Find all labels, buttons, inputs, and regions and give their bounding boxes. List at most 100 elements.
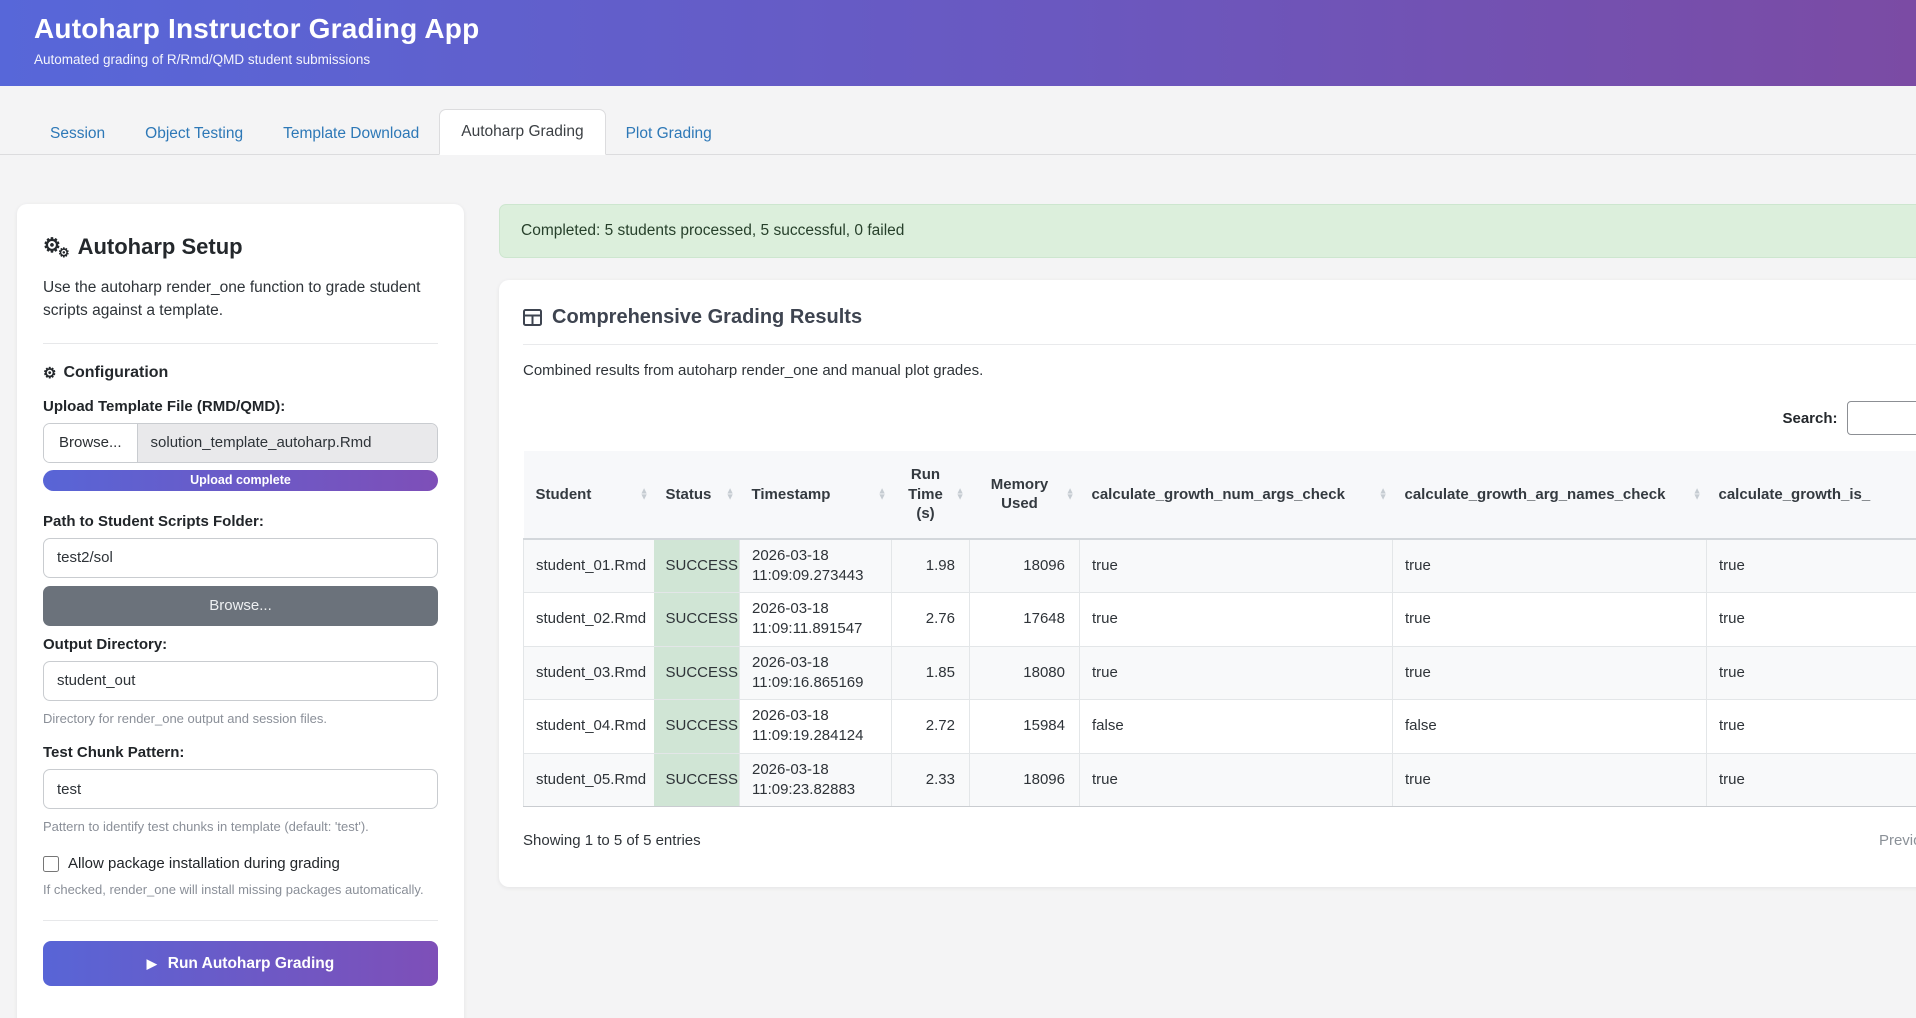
cell-calculate-growth-is: true <box>1707 753 1916 807</box>
search-label: Search: <box>1782 410 1837 427</box>
cell-status: SUCCESS <box>654 539 740 593</box>
chunk-pattern-label: Test Chunk Pattern: <box>43 744 438 761</box>
setup-heading: ⚙⚙ Autoharp Setup <box>43 234 438 260</box>
tab-template-download[interactable]: Template Download <box>263 113 439 155</box>
cell-student: student_02.Rmd <box>524 593 654 647</box>
cell-status: SUCCESS <box>654 593 740 647</box>
column-header-calculate-growth-num-args-check[interactable]: calculate_growth_num_args_check▲▼ <box>1080 451 1393 539</box>
configuration-heading: ⚙ Configuration <box>43 364 438 382</box>
tab-autoharp-grading[interactable]: Autoharp Grading <box>439 109 605 155</box>
table-row: student_05.RmdSUCCESS2026-03-18 11:09:23… <box>524 753 1916 807</box>
previous-page-button[interactable]: Previous <box>1879 832 1916 849</box>
cell-calculate-growth-arg-names-check: true <box>1393 646 1707 700</box>
table-row: student_02.RmdSUCCESS2026-03-18 11:09:11… <box>524 593 1916 647</box>
results-heading: Comprehensive Grading Results <box>523 306 1916 345</box>
output-directory-input[interactable] <box>43 661 438 701</box>
cell-calculate-growth-is: true <box>1707 700 1916 754</box>
cell-calculate-growth-is: true <box>1707 646 1916 700</box>
allow-packages-label: Allow package installation during gradin… <box>68 855 340 872</box>
configuration-heading-label: Configuration <box>63 364 168 382</box>
cell-run-time-s: 2.33 <box>892 753 970 807</box>
sort-icon: ▲▼ <box>1066 489 1075 500</box>
results-table-container: Student▲▼Status▲▼Timestamp▲▼Run Time (s)… <box>523 451 1916 807</box>
cell-run-time-s: 1.98 <box>892 539 970 593</box>
upload-progress-label: Upload complete <box>190 473 291 487</box>
cell-status: SUCCESS <box>654 753 740 807</box>
cell-timestamp: 2026-03-18 11:09:19.284124 <box>740 700 892 754</box>
column-header-memory-used[interactable]: Memory Used▲▼ <box>970 451 1080 539</box>
pagination: Previous 1 Next <box>1879 824 1916 857</box>
cell-calculate-growth-num-args-check: true <box>1080 593 1393 647</box>
cell-calculate-growth-num-args-check: true <box>1080 646 1393 700</box>
template-filename: solution_template_autoharp.Rmd <box>138 424 437 462</box>
column-header-status[interactable]: Status▲▼ <box>654 451 740 539</box>
gears-icon: ⚙⚙ <box>43 236 70 259</box>
scripts-folder-input[interactable] <box>43 538 438 578</box>
cell-timestamp: 2026-03-18 11:09:16.865169 <box>740 646 892 700</box>
sort-icon: ▲▼ <box>878 489 887 500</box>
search-input[interactable] <box>1847 401 1916 435</box>
gear-icon: ⚙ <box>43 364 56 382</box>
cell-timestamp: 2026-03-18 11:09:11.891547 <box>740 593 892 647</box>
column-header-run-time-s[interactable]: Run Time (s)▲▼ <box>892 451 970 539</box>
autoharp-setup-card: ⚙⚙ Autoharp Setup Use the autoharp rende… <box>17 204 464 1018</box>
run-button-label: Run Autoharp Grading <box>168 955 334 973</box>
table-row: student_03.RmdSUCCESS2026-03-18 11:09:16… <box>524 646 1916 700</box>
cell-timestamp: 2026-03-18 11:09:09.273443 <box>740 539 892 593</box>
cell-status: SUCCESS <box>654 646 740 700</box>
table-row: student_04.RmdSUCCESS2026-03-18 11:09:19… <box>524 700 1916 754</box>
sort-icon: ▲▼ <box>640 489 649 500</box>
results-subtitle: Combined results from autoharp render_on… <box>523 362 1916 379</box>
cell-run-time-s: 2.72 <box>892 700 970 754</box>
table-row: student_01.RmdSUCCESS2026-03-18 11:09:09… <box>524 539 1916 593</box>
showing-entries-text: Showing 1 to 5 of 5 entries <box>523 832 701 849</box>
play-icon: ▶ <box>147 956 157 972</box>
cell-calculate-growth-arg-names-check: true <box>1393 593 1707 647</box>
cell-memory-used: 15984 <box>970 700 1080 754</box>
table-icon <box>523 309 542 326</box>
tab-object-testing[interactable]: Object Testing <box>125 113 263 155</box>
template-browse-button[interactable]: Browse... <box>44 424 138 462</box>
sort-icon: ▲▼ <box>1693 489 1702 500</box>
cell-student: student_05.Rmd <box>524 753 654 807</box>
grading-results-card: Comprehensive Grading Results Combined r… <box>499 280 1916 887</box>
template-file-input[interactable]: Browse... solution_template_autoharp.Rmd <box>43 423 438 463</box>
results-table: Student▲▼Status▲▼Timestamp▲▼Run Time (s)… <box>523 451 1916 807</box>
table-header-row: Student▲▼Status▲▼Timestamp▲▼Run Time (s)… <box>524 451 1916 539</box>
allow-packages-checkbox[interactable] <box>43 856 59 872</box>
allow-packages-row[interactable]: Allow package installation during gradin… <box>43 855 438 872</box>
column-header-student[interactable]: Student▲▼ <box>524 451 654 539</box>
output-directory-label: Output Directory: <box>43 636 438 653</box>
cell-timestamp: 2026-03-18 11:09:23.82883 <box>740 753 892 807</box>
output-directory-help: Directory for render_one output and sess… <box>43 710 438 729</box>
page-subtitle: Automated grading of R/Rmd/QMD student s… <box>34 52 1916 67</box>
setup-heading-label: Autoharp Setup <box>78 234 243 260</box>
run-autoharp-grading-button[interactable]: ▶ Run Autoharp Grading <box>43 941 438 986</box>
sort-icon: ▲▼ <box>956 489 965 500</box>
cell-status: SUCCESS <box>654 700 740 754</box>
column-header-calculate-growth-is[interactable]: calculate_growth_is_▲▼ <box>1707 451 1916 539</box>
upload-template-label: Upload Template File (RMD/QMD): <box>43 398 438 415</box>
scripts-folder-browse-button[interactable]: Browse... <box>43 586 438 626</box>
cell-calculate-growth-arg-names-check: true <box>1393 539 1707 593</box>
cell-memory-used: 18080 <box>970 646 1080 700</box>
cell-calculate-growth-arg-names-check: false <box>1393 700 1707 754</box>
column-header-calculate-growth-arg-names-check[interactable]: calculate_growth_arg_names_check▲▼ <box>1393 451 1707 539</box>
column-header-timestamp[interactable]: Timestamp▲▼ <box>740 451 892 539</box>
cell-run-time-s: 1.85 <box>892 646 970 700</box>
tab-session[interactable]: Session <box>30 113 125 155</box>
cell-memory-used: 18096 <box>970 539 1080 593</box>
sort-icon: ▲▼ <box>1379 489 1388 500</box>
chunk-pattern-input[interactable] <box>43 769 438 809</box>
upload-progress-bar: Upload complete <box>43 470 438 491</box>
results-heading-label: Comprehensive Grading Results <box>552 306 862 329</box>
cell-memory-used: 18096 <box>970 753 1080 807</box>
cell-student: student_01.Rmd <box>524 539 654 593</box>
divider <box>43 920 438 921</box>
cell-calculate-growth-num-args-check: true <box>1080 539 1393 593</box>
scripts-folder-label: Path to Student Scripts Folder: <box>43 513 438 530</box>
cell-calculate-growth-num-args-check: false <box>1080 700 1393 754</box>
allow-packages-help: If checked, render_one will install miss… <box>43 881 438 900</box>
sort-icon: ▲▼ <box>726 489 735 500</box>
tab-plot-grading[interactable]: Plot Grading <box>606 113 732 155</box>
